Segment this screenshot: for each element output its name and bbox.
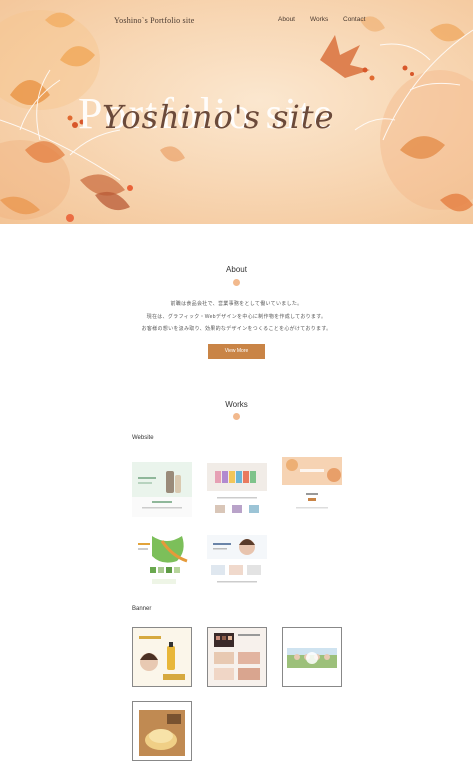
about-line: お客様の想いを汲み取り、効果的なデザインをつくることを心がけております。	[141, 326, 332, 332]
works-heading-dot	[233, 413, 240, 420]
works-heading: Works	[225, 400, 248, 409]
website-thumbnail-botanical[interactable]	[132, 531, 192, 591]
about-heading-dot	[233, 279, 240, 286]
nav-contact-link[interactable]: Contact	[343, 16, 365, 23]
website-thumbnail-cosmetics[interactable]	[132, 457, 192, 517]
about-line: 現在は、グラフィック・Webデザインを中心に制作物を作成しております。	[146, 313, 327, 320]
site-logo[interactable]: Yoshino`s Portfolio site	[114, 16, 194, 25]
view-more-button[interactable]: View More	[208, 344, 265, 359]
nav-works-link[interactable]: Works	[310, 16, 328, 23]
banner-thumbnail-food[interactable]	[132, 701, 192, 761]
hero-script-title: Yoshino's site	[102, 98, 335, 136]
website-thumbnail-palette[interactable]	[207, 457, 267, 517]
website-thumbnail-autumn[interactable]	[282, 457, 342, 517]
website-thumbnail-portrait[interactable]	[207, 531, 267, 591]
banner-thumbnail-eyeshadow[interactable]	[207, 627, 267, 687]
banner-category-label: Banner	[132, 606, 152, 612]
about-description: 前職は食品会社で、営業事務をとして働いていました。 現在は、グラフィック・Web…	[0, 298, 473, 336]
about-heading: About	[226, 265, 247, 274]
website-category-label: Website	[132, 435, 154, 441]
hero-banner: Yoshino`s Portfolio site About Works Con…	[0, 0, 473, 224]
banner-thumbnail-serum[interactable]	[132, 627, 192, 687]
about-line: 前職は食品会社で、営業事務をとして働いていました。	[170, 301, 303, 307]
banner-thumbnail-group-photo[interactable]	[282, 627, 342, 687]
nav-about-link[interactable]: About	[278, 16, 295, 23]
